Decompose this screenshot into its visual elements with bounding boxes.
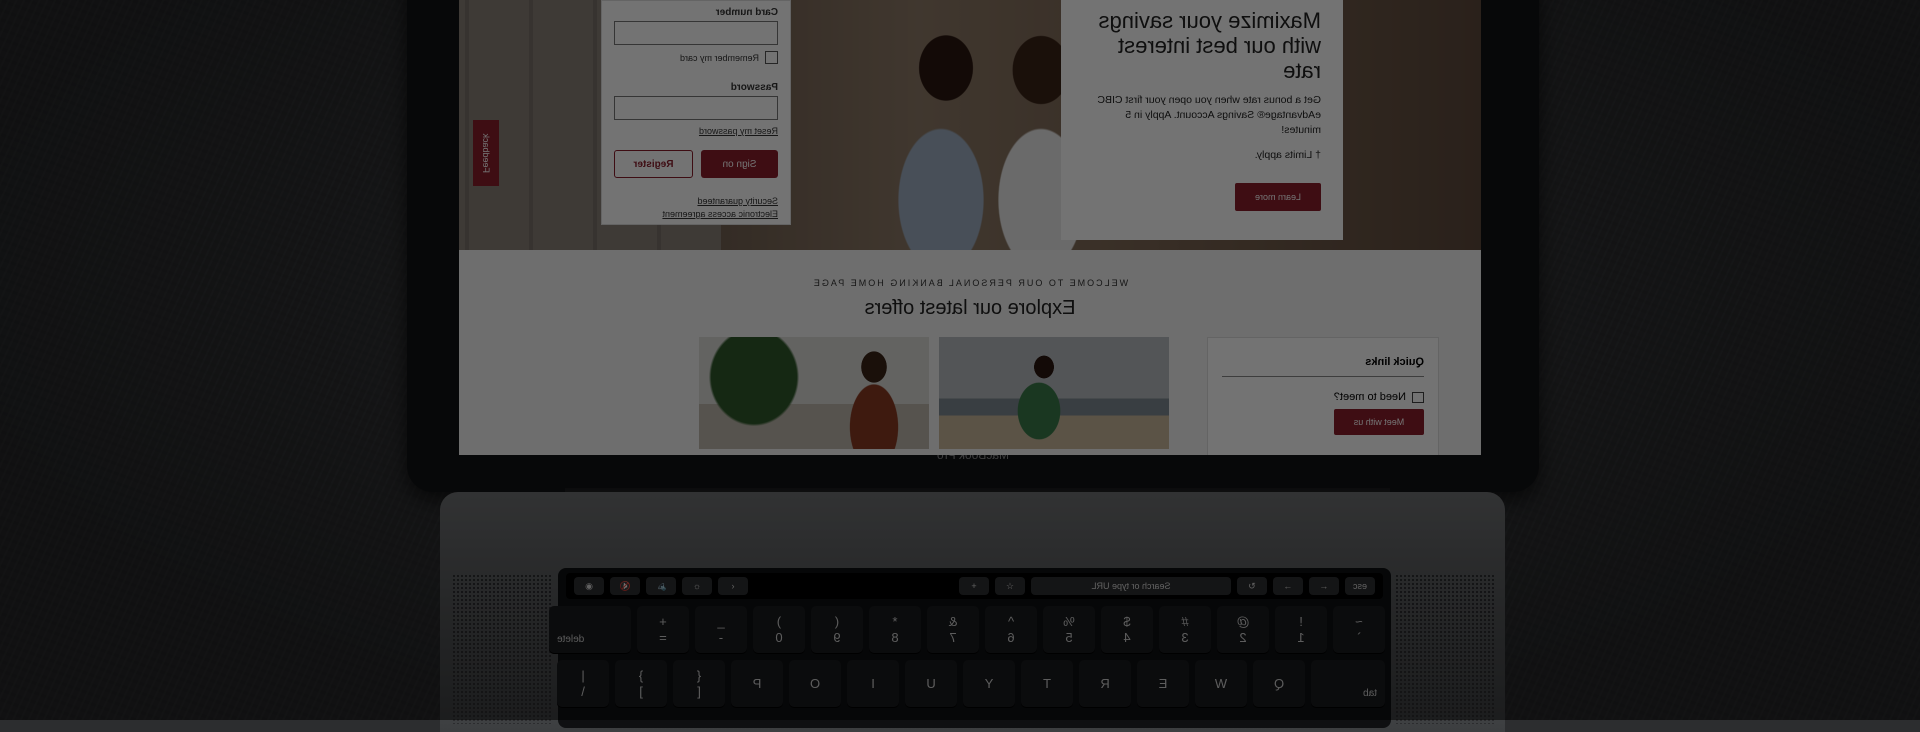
esc-key[interactable]: esc: [1344, 577, 1375, 595]
reload-icon[interactable]: ↻: [1236, 577, 1267, 595]
sign-on-button[interactable]: Sign on: [701, 150, 778, 178]
plant-illustration: [699, 337, 809, 437]
signin-buttons: Sign on Register: [614, 150, 778, 178]
calendar-icon: [1412, 391, 1424, 403]
password-field[interactable]: [614, 96, 778, 120]
quick-links-card: Quick links Need to meet? Meet with us: [1207, 337, 1439, 455]
key-7[interactable]: & 7: [927, 606, 979, 654]
card-number-field[interactable]: [614, 21, 778, 45]
key-backslash[interactable]: | \: [557, 660, 609, 708]
feedback-tab[interactable]: Feedback: [473, 120, 499, 186]
signin-panel: Card number Remember my card Password Re…: [601, 0, 791, 225]
key-p[interactable]: P: [731, 660, 783, 708]
key-9[interactable]: (9: [811, 606, 863, 654]
person-illustration: [839, 347, 909, 449]
right-speaker-grille: [1395, 574, 1495, 724]
key-equals[interactable]: + =: [637, 606, 689, 654]
offers-section: WELCOME TO OUR PERSONAL BANKING HOME PAG…: [459, 250, 1481, 455]
forward-arrow-icon[interactable]: →: [1272, 577, 1303, 595]
key-left-bracket[interactable]: {[: [673, 660, 725, 708]
checkbox-box[interactable]: [765, 51, 778, 64]
key-right-bracket[interactable]: }]: [615, 660, 667, 708]
key-minus[interactable]: _ -: [695, 606, 747, 654]
electronic-access-agreement-link[interactable]: Electronic access agreement: [614, 209, 778, 219]
touchbar-url-field[interactable]: Search or type URL: [1030, 577, 1231, 595]
back-arrow-icon[interactable]: ←: [1308, 577, 1339, 595]
quick-links-title: Quick links: [1222, 356, 1424, 377]
key-backtick[interactable]: ~ `: [1333, 606, 1385, 654]
meet-with-us-button[interactable]: Meet with us: [1334, 409, 1424, 435]
card-number-label: Card number: [715, 7, 778, 18]
left-speaker-grille: [452, 574, 552, 724]
promo-headline: Maximize your savings with our best inte…: [1098, 8, 1321, 83]
hero-banner: Card number Remember my card Password Re…: [459, 0, 1481, 250]
promo-note: † Limits apply.: [1254, 149, 1321, 161]
remember-card-checkbox[interactable]: Remember my card: [614, 51, 778, 64]
laptop-screen: Card number Remember my card Password Re…: [459, 0, 1481, 455]
key-6[interactable]: ^ 6: [985, 606, 1037, 654]
siri-icon[interactable]: ◉: [574, 577, 604, 595]
learn-more-button[interactable]: Learn more: [1235, 183, 1321, 211]
quick-link-item: Need to meet?: [1222, 391, 1424, 403]
key-4[interactable]: $4: [1101, 606, 1153, 654]
key-o[interactable]: O: [789, 660, 841, 708]
touch-bar: esc ← → ↻ Search or type URL ☆ + ‹ ☼ 🔈 🔇…: [566, 573, 1383, 599]
qwerty-row: tab Q W E R T Y U I O P {[ }] | \: [557, 660, 1385, 708]
offer-image-1[interactable]: [699, 337, 929, 449]
password-label: Password: [730, 82, 778, 93]
security-guaranteed-link[interactable]: Security guaranteed: [614, 196, 778, 206]
collapse-chevron-icon[interactable]: ‹: [718, 577, 748, 595]
delete-key[interactable]: delete: [549, 606, 631, 654]
offer-image-2[interactable]: [939, 337, 1169, 449]
key-i[interactable]: I: [847, 660, 899, 708]
brightness-icon[interactable]: ☼: [682, 577, 712, 595]
beach-people-illustration: [994, 351, 1084, 449]
keyboard: esc ← → ↻ Search or type URL ☆ + ‹ ☼ 🔈 🔇…: [549, 568, 1391, 728]
reset-password-link[interactable]: Reset my password: [614, 126, 778, 136]
key-y[interactable]: Y: [963, 660, 1015, 708]
key-q[interactable]: Q: [1253, 660, 1305, 708]
bookmark-star-icon[interactable]: ☆: [994, 577, 1025, 595]
register-button[interactable]: Register: [614, 150, 693, 178]
key-8[interactable]: * 8: [869, 606, 921, 654]
key-r[interactable]: R: [1079, 660, 1131, 708]
section-eyebrow: WELCOME TO OUR PERSONAL BANKING HOME PAG…: [811, 278, 1129, 288]
remember-card-label: Remember my card: [679, 52, 759, 63]
quick-link-label: Need to meet?: [1333, 391, 1406, 403]
promo-card: Maximize your savings with our best inte…: [1061, 0, 1343, 240]
section-headline: Explore our latest offers: [864, 297, 1076, 319]
key-u[interactable]: U: [905, 660, 957, 708]
mute-icon[interactable]: 🔇: [610, 577, 640, 595]
key-t[interactable]: T: [1021, 660, 1073, 708]
tab-key[interactable]: tab: [1311, 660, 1385, 708]
key-0[interactable]: ) 0: [753, 606, 805, 654]
volume-icon[interactable]: 🔈: [646, 577, 676, 595]
number-row: ~ ` ! 1 @2 #3 $4 % 5 ^ 6 & 7 * 8 (9 ) 0 _ - + = d…: [549, 606, 1385, 654]
add-tab-icon[interactable]: +: [958, 577, 989, 595]
key-w[interactable]: W: [1195, 660, 1247, 708]
key-5[interactable]: % 5: [1043, 606, 1095, 654]
key-e[interactable]: E: [1137, 660, 1189, 708]
promo-body: Get a bonus rate when you open your firs…: [1097, 94, 1321, 136]
key-1[interactable]: ! 1: [1275, 606, 1327, 654]
key-3[interactable]: #3: [1159, 606, 1211, 654]
key-2[interactable]: @2: [1217, 606, 1269, 654]
